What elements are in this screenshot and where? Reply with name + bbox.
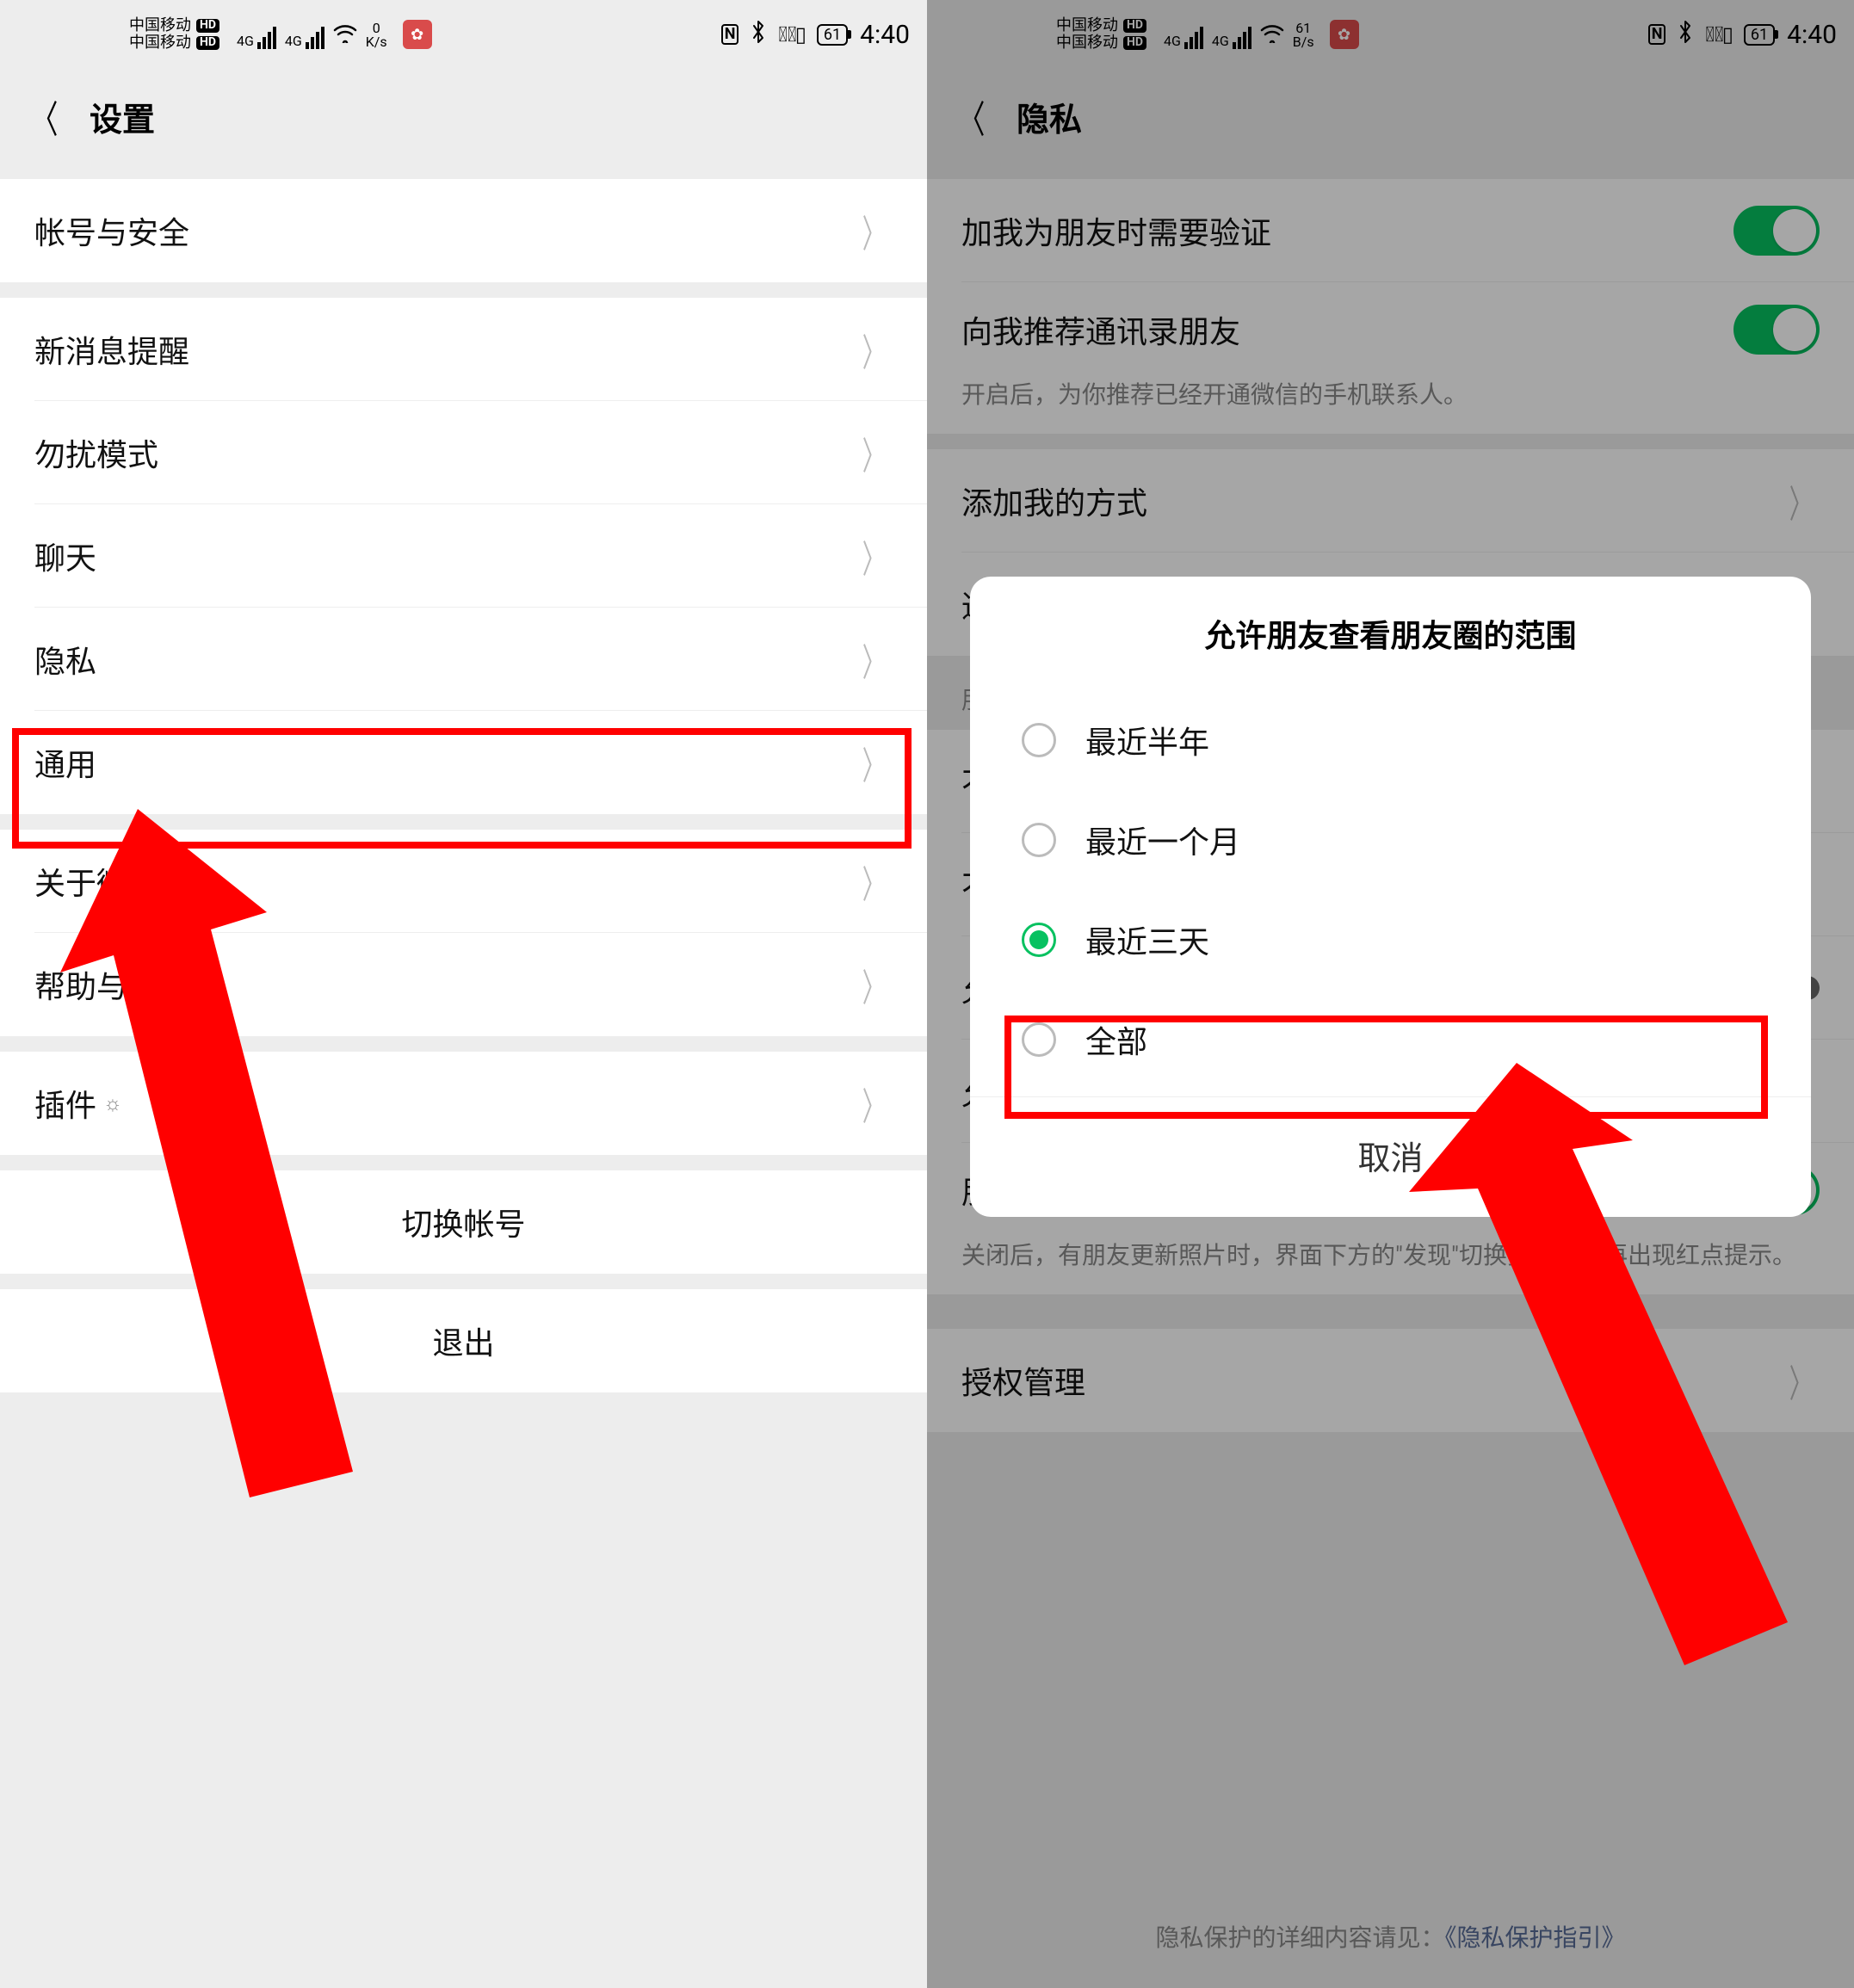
status-bar: 中国移动 HD 中国移动 HD 4G 4G 0K/s ✿ N [0, 0, 927, 69]
carrier-label-2: 中国移动 [129, 34, 191, 52]
chevron-right-icon: 〉 [862, 1076, 885, 1131]
chevron-right-icon: 〉 [862, 528, 885, 583]
option-half-year[interactable]: 最近半年 [970, 690, 1811, 790]
chevron-right-icon: 〉 [862, 957, 885, 1012]
bluetooth-icon [751, 20, 766, 50]
row-logout[interactable]: 退出 [0, 1289, 927, 1392]
row-switch-account[interactable]: 切换帐号 [0, 1170, 927, 1274]
radio-unchecked-icon [1022, 1022, 1056, 1057]
option-three-days[interactable]: 最近三天 [970, 890, 1811, 990]
nfc-icon: N [721, 24, 739, 45]
row-chat[interactable]: 聊天〉 [0, 504, 927, 608]
chevron-right-icon: 〉 [862, 322, 885, 377]
option-all[interactable]: 全部 [970, 990, 1811, 1090]
chevron-right-icon: 〉 [862, 632, 885, 687]
row-plugin[interactable]: 插件☼〉 [0, 1052, 927, 1155]
range-dialog: 允许朋友查看朋友圈的范围 最近半年 最近一个月 最近三天 全部 取消 [970, 577, 1811, 1217]
settings-screen: 中国移动 HD 中国移动 HD 4G 4G 0K/s ✿ N [0, 0, 927, 1988]
hd-badge: HD [196, 19, 219, 32]
dialog-title: 允许朋友查看朋友圈的范围 [970, 611, 1811, 690]
row-help[interactable]: 帮助与反馈〉 [0, 933, 927, 1036]
chevron-right-icon: 〉 [862, 425, 885, 480]
app-badge-icon: ✿ [403, 20, 432, 49]
row-privacy[interactable]: 隐私〉 [0, 608, 927, 711]
bulb-icon: ☼ [103, 1091, 122, 1116]
radio-checked-icon [1022, 923, 1056, 957]
radio-unchecked-icon [1022, 823, 1056, 857]
chevron-right-icon: 〉 [862, 203, 885, 258]
row-dnd[interactable]: 勿扰模式〉 [0, 401, 927, 504]
row-about[interactable]: 关于微信〉 [0, 830, 927, 933]
page-title: 设置 [90, 93, 155, 140]
radio-unchecked-icon [1022, 723, 1056, 757]
battery-icon: 61 [817, 24, 848, 46]
clock: 4:40 [860, 20, 910, 50]
signal-icon: 4G [285, 27, 324, 49]
nav-bar: 〈 设置 [0, 69, 927, 164]
vibrate-icon: ▯⃞▯ [778, 22, 805, 46]
carrier-label-1: 中国移动 [129, 17, 191, 34]
dialog-cancel-button[interactable]: 取消 [970, 1096, 1811, 1217]
hd-badge: HD [196, 36, 219, 49]
signal-icon: 4G [237, 27, 276, 49]
net-speed: 0K/s [366, 22, 387, 49]
back-icon[interactable]: 〈 [32, 89, 59, 144]
row-new-message[interactable]: 新消息提醒〉 [0, 298, 927, 401]
privacy-screen: 中国移动 HD 中国移动 HD 4G 4G 61B/s ✿ N [927, 0, 1854, 1988]
row-general[interactable]: 通用〉 [0, 711, 927, 814]
wifi-icon [333, 23, 357, 49]
option-one-month[interactable]: 最近一个月 [970, 790, 1811, 890]
chevron-right-icon: 〉 [862, 735, 885, 790]
chevron-right-icon: 〉 [862, 854, 885, 909]
row-account-security[interactable]: 帐号与安全〉 [0, 179, 927, 282]
